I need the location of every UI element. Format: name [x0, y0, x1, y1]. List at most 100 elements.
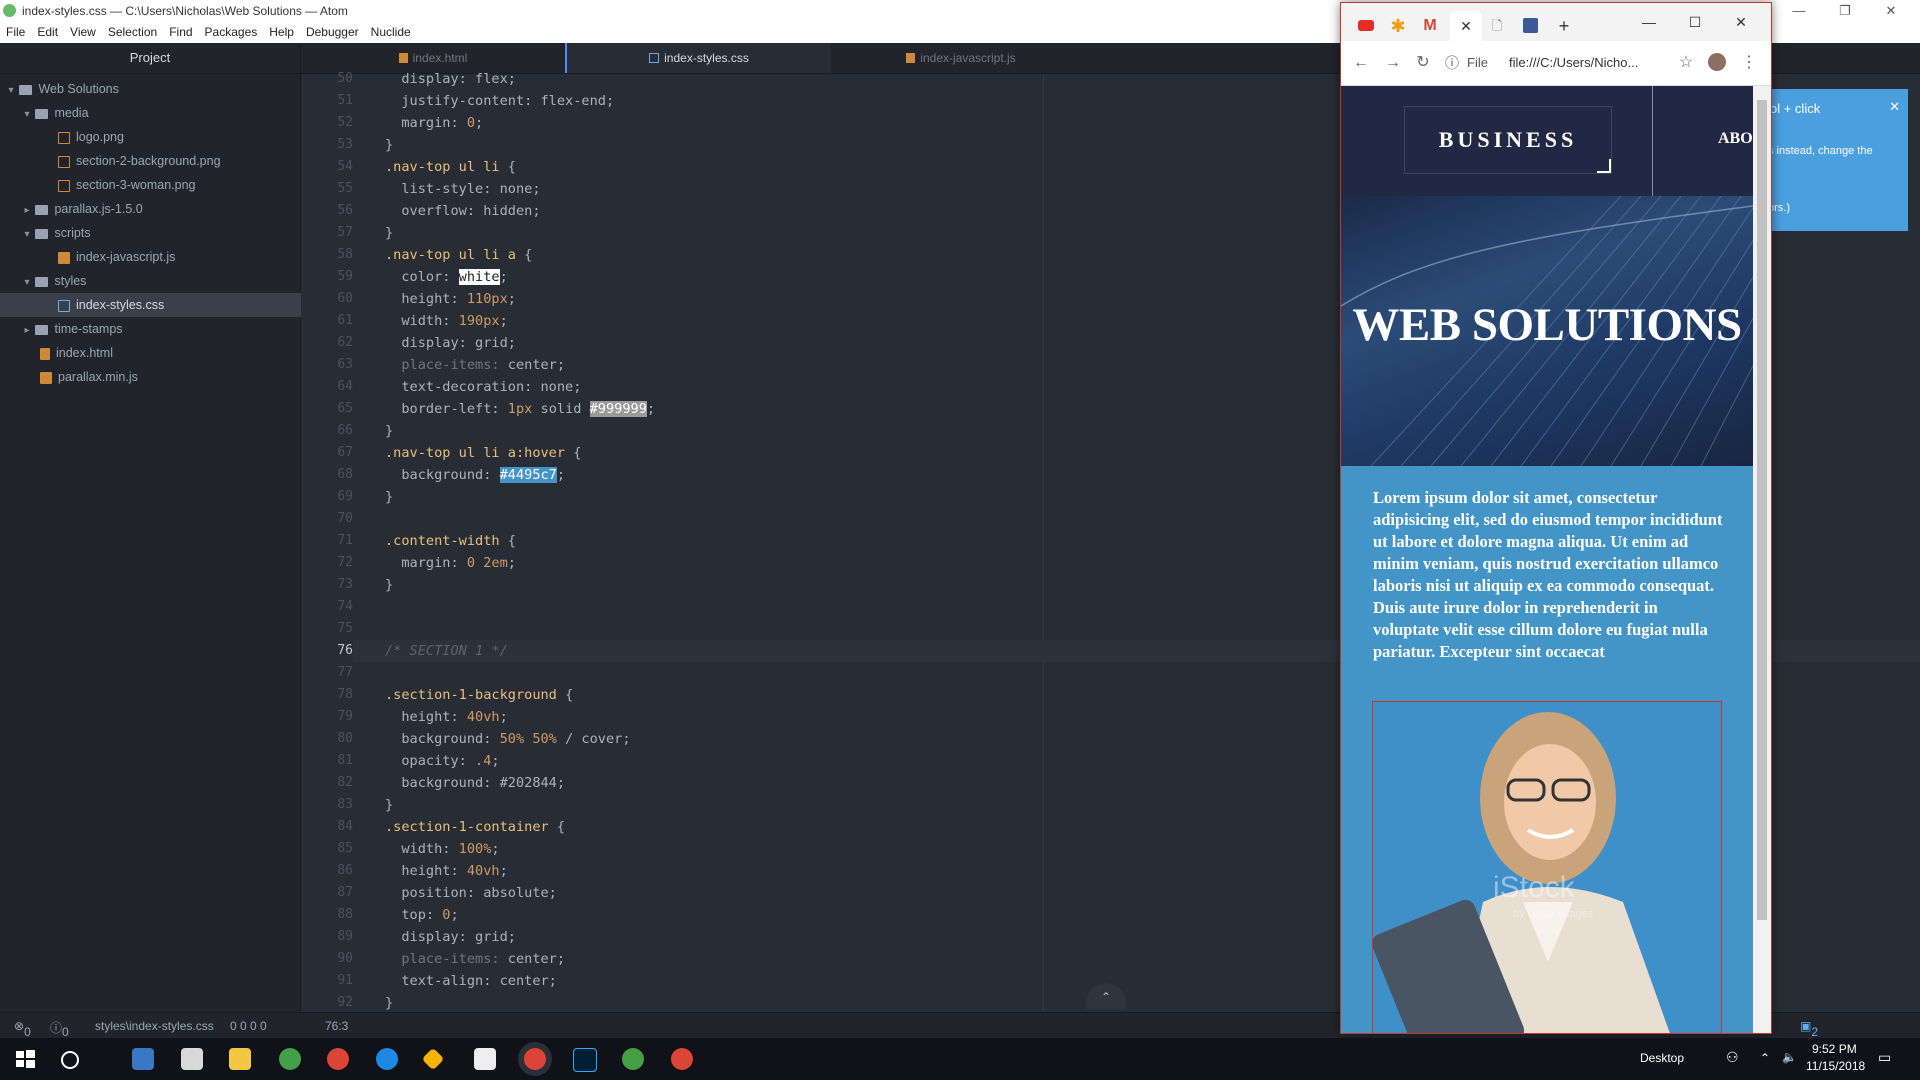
star-app-tab-icon[interactable]: ✱: [1387, 15, 1409, 37]
menu-find[interactable]: Find: [163, 22, 198, 39]
tree-item-time-stamps[interactable]: ▸ time-stamps: [0, 317, 322, 341]
tree-item-web-solutions[interactable]: ▾ Web Solutions: [0, 77, 306, 101]
url-text[interactable]: file:///C:/Users/Nicho...: [1509, 49, 1638, 77]
chevron-down-icon[interactable]: ▾: [22, 223, 32, 247]
volume-icon[interactable]: 🔈: [1782, 1050, 1797, 1064]
code-line[interactable]: margin: 0;: [385, 112, 483, 134]
clock-date[interactable]: 11/15/2018: [1806, 1059, 1865, 1073]
updates-badge[interactable]: ▣ 2 updates: [1800, 1019, 1854, 1053]
browser-close-button[interactable]: ✕: [1721, 11, 1761, 33]
site-logo[interactable]: BUSINESS: [1404, 106, 1612, 174]
active-tab-close-icon[interactable]: ✕: [1450, 11, 1482, 41]
warning-count[interactable]: ⓘ 0: [50, 1019, 69, 1039]
code-line[interactable]: display: grid;: [385, 332, 516, 354]
code-line[interactable]: border-left: 1px solid #999999;: [385, 398, 655, 420]
mail-icon[interactable]: [474, 1048, 496, 1070]
status-file-path[interactable]: styles\index-styles.css: [95, 1019, 214, 1033]
chevron-right-icon[interactable]: ▸: [22, 199, 32, 223]
code-line[interactable]: }: [385, 222, 393, 244]
page-tab-icon[interactable]: 🗋: [1486, 15, 1508, 37]
code-line[interactable]: /* SECTION 1 */: [385, 640, 508, 662]
menu-packages[interactable]: Packages: [199, 22, 264, 39]
tree-item-styles[interactable]: ▾ styles: [0, 269, 322, 293]
code-line[interactable]: .content-width {: [385, 530, 516, 552]
code-line[interactable]: color: white;: [385, 266, 508, 288]
forward-icon[interactable]: →: [1383, 53, 1403, 73]
code-line[interactable]: text-decoration: none;: [385, 376, 581, 398]
firefox-icon[interactable]: [376, 1048, 398, 1070]
code-line[interactable]: height: 40vh;: [385, 706, 507, 728]
chrome-icon-2[interactable]: [671, 1048, 693, 1070]
menu-file[interactable]: File: [0, 22, 31, 39]
menu-view[interactable]: View: [64, 22, 102, 39]
code-line[interactable]: display: flex;: [385, 68, 516, 90]
code-line[interactable]: }: [385, 992, 393, 1014]
code-line[interactable]: width: 190px;: [385, 310, 507, 332]
page-viewport[interactable]: BUSINESS ABO WEB SOLUTIONS Lorem ipsum d…: [1341, 86, 1753, 1033]
browser-maximize-button[interactable]: ☐: [1675, 11, 1715, 33]
search-icon[interactable]: [61, 1051, 79, 1069]
tree-item-parallax-min[interactable]: parallax.min.js: [0, 365, 340, 389]
nav-link-about[interactable]: ABO: [1718, 130, 1753, 148]
minimize-button[interactable]: —: [1776, 0, 1822, 22]
code-line[interactable]: }: [385, 574, 393, 596]
browser-menu-icon[interactable]: ⋮: [1739, 53, 1759, 73]
code-line[interactable]: }: [385, 420, 393, 442]
atom-app-icon-2[interactable]: [622, 1048, 644, 1070]
code-line[interactable]: display: grid;: [385, 926, 516, 948]
file-explorer-icon[interactable]: [229, 1048, 251, 1070]
tab-index-styles-css[interactable]: index-styles.css: [565, 43, 831, 73]
tree-item-media[interactable]: ▾ media: [0, 101, 322, 125]
youtube-tab-icon[interactable]: [1355, 15, 1377, 37]
chrome-active-icon[interactable]: [524, 1048, 546, 1070]
desktop-toolbar[interactable]: Desktop: [1640, 1051, 1684, 1065]
tree-item-index-html[interactable]: index.html: [0, 341, 340, 365]
code-line[interactable]: .nav-top ul li a {: [385, 244, 532, 266]
tab-index-javascript[interactable]: index-javascript.js: [829, 43, 1093, 73]
code-line[interactable]: opacity: .4;: [385, 750, 499, 772]
action-center-icon[interactable]: ▭: [1878, 1049, 1891, 1066]
restore-button[interactable]: ❐: [1822, 0, 1868, 22]
code-line[interactable]: .section-1-background {: [385, 684, 573, 706]
facebook-tab-icon[interactable]: [1519, 15, 1541, 37]
code-line[interactable]: overflow: hidden;: [385, 200, 540, 222]
diagnostics-summary[interactable]: 0 0 0 0: [230, 1019, 267, 1033]
chevron-down-icon[interactable]: ▾: [22, 103, 32, 127]
menu-nuclide[interactable]: Nuclide: [365, 22, 417, 39]
chevron-down-icon[interactable]: ▾: [22, 271, 32, 295]
code-line[interactable]: }: [385, 794, 393, 816]
chevron-right-icon[interactable]: ▸: [22, 319, 32, 343]
clock-time[interactable]: 9:52 PM: [1812, 1042, 1857, 1056]
git-app-icon[interactable]: [421, 1047, 445, 1071]
menu-debugger[interactable]: Debugger: [300, 22, 365, 39]
code-line[interactable]: background: #4495c7;: [385, 464, 565, 486]
code-line[interactable]: text-align: center;: [385, 970, 557, 992]
show-hidden-icons[interactable]: ⌃: [1760, 1051, 1770, 1065]
gmail-tab-icon[interactable]: M: [1419, 15, 1441, 37]
chrome-icon[interactable]: [327, 1048, 349, 1070]
info-icon[interactable]: ⓘ: [1445, 49, 1459, 77]
browser-scrollbar[interactable]: [1753, 86, 1771, 1033]
tree-item-scripts[interactable]: ▾ scripts: [0, 221, 322, 245]
chevron-down-icon[interactable]: ▾: [6, 79, 16, 103]
close-icon[interactable]: ✕: [1889, 99, 1900, 115]
menu-edit[interactable]: Edit: [31, 22, 64, 39]
code-line[interactable]: background: 50% 50% / cover;: [385, 728, 630, 750]
scrollbar-thumb[interactable]: [1757, 100, 1767, 920]
error-count[interactable]: ⊗ 0: [14, 1019, 31, 1039]
people-icon[interactable]: ⚇: [1726, 1049, 1739, 1066]
reload-icon[interactable]: ↻: [1413, 53, 1433, 73]
code-line[interactable]: justify-content: flex-end;: [385, 90, 614, 112]
network-app-icon[interactable]: [132, 1048, 154, 1070]
close-button[interactable]: ✕: [1868, 0, 1914, 22]
windows-start-icon[interactable]: [14, 1048, 36, 1070]
code-line[interactable]: list-style: none;: [385, 178, 540, 200]
code-line[interactable]: }: [385, 486, 393, 508]
code-line[interactable]: height: 40vh;: [385, 860, 507, 882]
menu-selection[interactable]: Selection: [102, 22, 163, 39]
code-line[interactable]: position: absolute;: [385, 882, 557, 904]
menu-help[interactable]: Help: [263, 22, 300, 39]
profile-avatar[interactable]: [1707, 53, 1727, 73]
bookmark-star-icon[interactable]: ☆: [1676, 53, 1696, 73]
cursor-position[interactable]: 76:3: [325, 1019, 348, 1033]
